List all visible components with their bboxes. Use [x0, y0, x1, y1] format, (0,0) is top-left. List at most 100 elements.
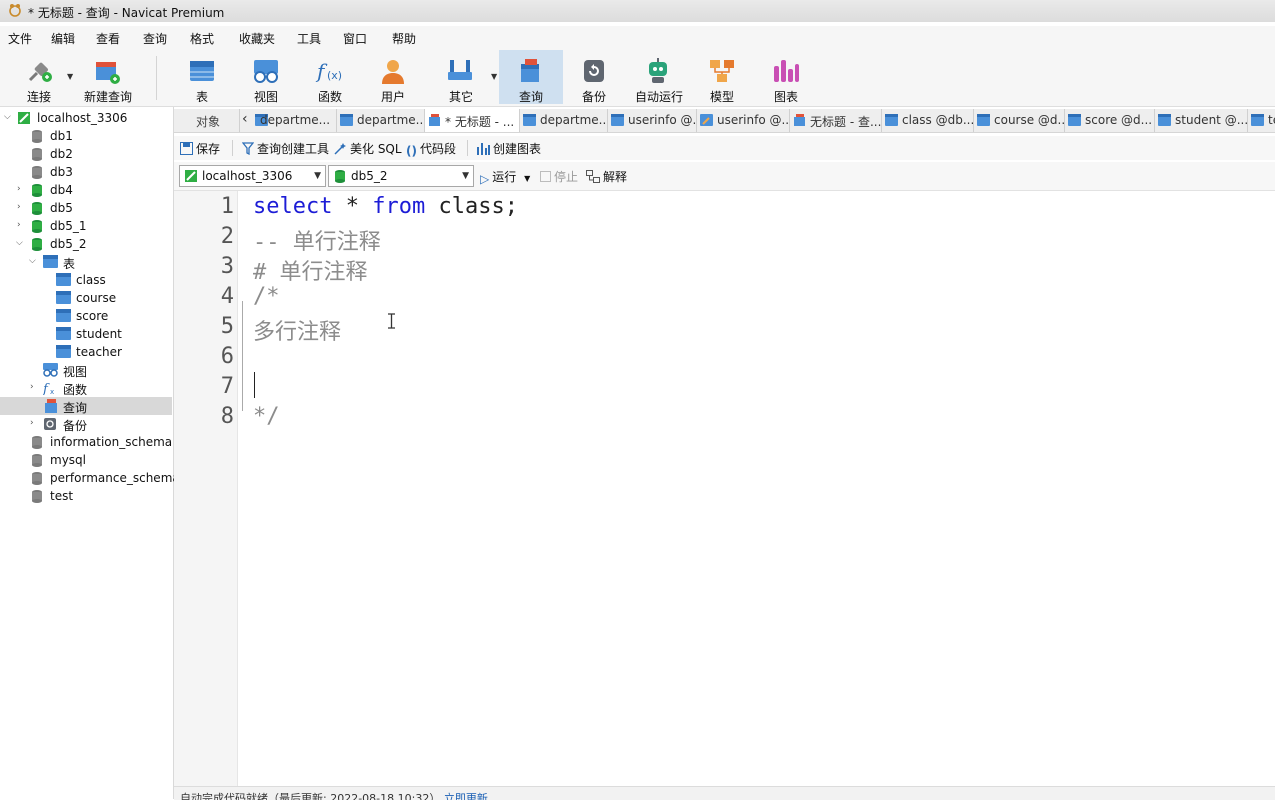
menu-favorites[interactable]: 收藏夹 [239, 30, 275, 47]
tree-label: db4 [50, 183, 73, 197]
tree-db-db5-1[interactable]: › db5_1 [0, 217, 172, 235]
chevron-right-icon[interactable]: › [17, 202, 21, 212]
tab-userinfo-2[interactable]: userinfo @... [697, 109, 790, 132]
model-button[interactable]: 模型 [691, 50, 753, 104]
tree-db-db2[interactable]: db2 [0, 145, 172, 163]
menu-help[interactable]: 帮助 [392, 30, 416, 47]
chevron-right-icon[interactable]: › [30, 382, 34, 392]
database-grey-icon [32, 130, 42, 143]
scroll-left-icon[interactable]: ‹ [242, 111, 248, 127]
menu-format[interactable]: 格式 [190, 30, 214, 47]
tree-table-student[interactable]: student [0, 325, 172, 343]
query-builder-button[interactable]: 查询创建工具 [242, 140, 329, 157]
tree-table-class[interactable]: class [0, 271, 172, 289]
tree-db-db5[interactable]: › db5 [0, 199, 172, 217]
tab-department-1[interactable]: departme... [252, 109, 337, 132]
run-button[interactable]: ▷ 运行 ▼ [480, 168, 530, 186]
tree-node-functions[interactable]: › fx 函数 [0, 379, 172, 397]
tab-department-2[interactable]: departme... [337, 109, 425, 132]
tab-class[interactable]: class @db... [882, 109, 974, 132]
table-design-icon [700, 114, 713, 126]
automation-button[interactable]: 自动运行 [627, 50, 691, 104]
tab-student[interactable]: student @... [1155, 109, 1248, 132]
tab-course[interactable]: course @d... [974, 109, 1065, 132]
tree-db-db4[interactable]: › db4 [0, 181, 172, 199]
tab-objects[interactable]: 对象 [174, 109, 240, 132]
tab-untitled-query-active[interactable]: * 无标题 - ... [425, 109, 520, 132]
explain-button[interactable]: 解释 [586, 168, 627, 185]
database-select[interactable]: db5_2 ▼ [328, 165, 474, 187]
other-label: 其它 [448, 90, 473, 104]
chevron-right-icon[interactable]: › [17, 220, 21, 230]
tree-db-information-schema[interactable]: information_schema [0, 433, 172, 451]
tree-label: mysql [50, 453, 86, 467]
user-button[interactable]: 用户 [362, 50, 424, 104]
other-button[interactable]: 其它 [430, 50, 492, 104]
tree-db-db3[interactable]: db3 [0, 163, 172, 181]
braces-icon: () [406, 144, 417, 158]
tab-score[interactable]: score @d... [1065, 109, 1155, 132]
tree-node-queries[interactable]: 查询 [0, 397, 172, 415]
tree-label: 查询 [63, 401, 88, 415]
query-icon [45, 399, 57, 413]
tree-node-tables[interactable]: ⌵ 表 [0, 253, 172, 271]
tree-label: db5 [50, 201, 73, 215]
tree-connection[interactable]: ⌵ localhost_3306 [0, 109, 172, 127]
function-button[interactable]: f (x) 函数 [299, 50, 361, 104]
create-chart-button[interactable]: 创建图表 [476, 140, 541, 157]
code-snippet-button[interactable]: () 代码段 [406, 140, 456, 158]
menu-tools[interactable]: 工具 [297, 30, 321, 47]
tree-table-teacher[interactable]: teacher [0, 343, 172, 361]
table-icon [56, 327, 71, 340]
tab-userinfo-1[interactable]: userinfo @... [608, 109, 697, 132]
tree-db-db5-2[interactable]: ⌵ db5_2 [0, 235, 172, 253]
other-dropdown-icon[interactable]: ▼ [491, 72, 497, 81]
tree-table-course[interactable]: course [0, 289, 172, 307]
tree-db-test[interactable]: test [0, 487, 172, 505]
chevron-down-icon[interactable]: ⌵ [29, 256, 36, 266]
tree-db-performance-schema[interactable]: performance_schema [0, 469, 180, 487]
connect-dropdown-icon[interactable]: ▼ [67, 72, 73, 81]
tab-teacher[interactable]: te [1248, 109, 1275, 132]
query-button[interactable]: 查询 [499, 50, 563, 104]
chart-button[interactable]: 图表 [755, 50, 817, 104]
connect-button[interactable]: 连接 [8, 50, 70, 104]
view-button[interactable]: 视图 [235, 50, 297, 104]
tab-untitled-query[interactable]: 无标题 - 查... [790, 109, 882, 132]
chevron-down-icon[interactable]: ⌵ [4, 112, 11, 122]
stop-button[interactable]: 停止 [540, 168, 578, 185]
tree-node-backups[interactable]: › 备份 [0, 415, 172, 433]
table-icon [523, 114, 536, 126]
funnel-icon [242, 142, 254, 155]
chevron-down-icon[interactable]: ▼ [524, 174, 530, 183]
tree-db-mysql[interactable]: mysql [0, 451, 172, 469]
tab-department-3[interactable]: departme... [520, 109, 608, 132]
tab-label: 对象 [196, 115, 221, 129]
save-button[interactable]: 保存 [180, 140, 220, 157]
table-button[interactable]: 表 [171, 50, 233, 104]
code-line-2: -- 单行注释 [253, 230, 381, 255]
menu-query[interactable]: 查询 [143, 30, 167, 47]
model-icon [710, 60, 734, 82]
chevron-right-icon[interactable]: › [30, 418, 34, 428]
menu-file[interactable]: 文件 [8, 30, 32, 47]
connection-select[interactable]: localhost_3306 ▼ [179, 165, 326, 187]
sql-editor[interactable] [238, 191, 1275, 786]
tab-label: departme... [357, 113, 425, 127]
tree-table-score[interactable]: score [0, 307, 172, 325]
menu-view[interactable]: 查看 [96, 30, 120, 47]
tree-node-views[interactable]: 视图 [0, 361, 172, 379]
beautify-sql-button[interactable]: 美化 SQL [334, 140, 402, 157]
tree-db-db1[interactable]: db1 [0, 127, 172, 145]
tree-label: information_schema [50, 435, 173, 449]
menu-window[interactable]: 窗口 [343, 30, 367, 47]
table-icon [977, 114, 990, 126]
chevron-down-icon: ▼ [462, 171, 469, 181]
backup-button[interactable]: 备份 [563, 50, 625, 104]
menu-edit[interactable]: 编辑 [51, 30, 75, 47]
chevron-right-icon[interactable]: › [17, 184, 21, 194]
chevron-down-icon[interactable]: ⌵ [16, 238, 23, 248]
new-query-button[interactable]: 新建查询 [76, 50, 140, 104]
table-icon [56, 345, 71, 358]
backup-icon [584, 60, 604, 82]
